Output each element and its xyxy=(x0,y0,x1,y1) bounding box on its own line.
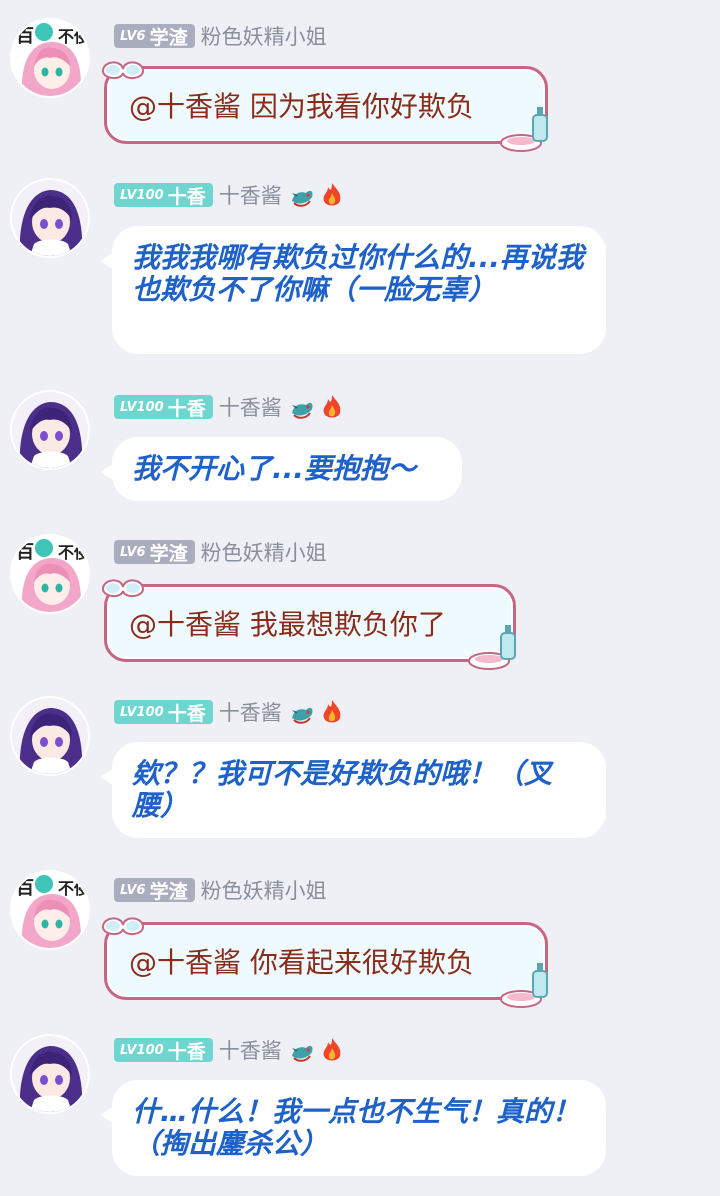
level-badge: LV100 十香 xyxy=(114,700,213,725)
message-bubble[interactable]: 我我我哪有欺负过你什么的...再说我也欺负不了你嘛（一脸无辜） xyxy=(100,226,606,354)
avatar[interactable] xyxy=(12,1036,88,1112)
goggles-icon xyxy=(101,573,145,603)
username[interactable]: 粉色妖精小姐 xyxy=(201,21,327,51)
avatar[interactable] xyxy=(12,180,88,256)
username[interactable]: 粉色妖精小姐 xyxy=(201,875,327,905)
level-badge: LV100 十香 xyxy=(114,183,213,208)
message-meta: LV100 十香 十香酱 xyxy=(114,181,346,209)
bottle-icon xyxy=(499,105,555,153)
avatar[interactable] xyxy=(12,698,88,774)
message-bubble[interactable]: 我不开心了...要抱抱～ xyxy=(100,437,462,501)
message-meta: LV100 十香 十香酱 xyxy=(114,1036,346,1064)
avatar[interactable] xyxy=(12,872,88,948)
message-text: 我不开心了...要抱抱～ xyxy=(132,452,416,485)
fire-icon xyxy=(318,181,346,209)
fire-icon xyxy=(318,393,346,421)
message-bubble[interactable]: 欸？？我可不是好欺负的哦！（叉腰） xyxy=(100,742,606,838)
message-bubble[interactable]: @十香酱 你看起来很好欺负 xyxy=(104,922,548,1000)
username[interactable]: 十香酱 xyxy=(219,180,282,210)
goggles-icon xyxy=(101,911,145,941)
level-badge: LV6 学渣 xyxy=(114,24,195,49)
message-text: 我我我哪有欺负过你什么的...再说我也欺负不了你嘛（一脸无辜） xyxy=(132,241,584,306)
level-badge: LV100 十香 xyxy=(114,1038,213,1063)
dragon-icon xyxy=(288,181,316,209)
message-meta: LV6 学渣 粉色妖精小姐 xyxy=(114,876,327,904)
username[interactable]: 十香酱 xyxy=(219,1035,282,1065)
level-badge: LV100 十香 xyxy=(114,395,213,420)
goggles-icon xyxy=(101,55,145,85)
message-bubble[interactable]: @十香酱 因为我看你好欺负 xyxy=(104,66,548,144)
avatar[interactable] xyxy=(12,392,88,468)
fire-icon xyxy=(318,698,346,726)
avatar[interactable] xyxy=(12,20,88,96)
message-meta: LV6 学渣 粉色妖精小姐 xyxy=(114,538,327,566)
dragon-icon xyxy=(288,1036,316,1064)
bottle-icon xyxy=(467,623,523,671)
message-text: 欸？？我可不是好欺负的哦！（叉腰） xyxy=(132,757,553,822)
bottle-icon xyxy=(499,961,555,1009)
username[interactable]: 粉色妖精小姐 xyxy=(201,537,327,567)
username[interactable]: 十香酱 xyxy=(219,697,282,727)
avatar[interactable] xyxy=(12,536,88,612)
dragon-icon xyxy=(288,698,316,726)
fire-icon xyxy=(318,1036,346,1064)
message-text: @十香酱 你看起来很好欺负 xyxy=(129,946,474,979)
message-text: @十香酱 我最想欺负你了 xyxy=(129,608,446,641)
message-meta: LV6 学渣 粉色妖精小姐 xyxy=(114,22,327,50)
username[interactable]: 十香酱 xyxy=(219,392,282,422)
message-text: @十香酱 因为我看你好欺负 xyxy=(129,90,474,123)
level-badge: LV6 学渣 xyxy=(114,540,195,565)
message-bubble[interactable]: @十香酱 我最想欺负你了 xyxy=(104,584,516,662)
message-bubble[interactable]: 什…什么！我一点也不生气！真的！（掏出鏖杀公） xyxy=(100,1080,606,1176)
message-meta: LV100 十香 十香酱 xyxy=(114,393,346,421)
message-text: 什…什么！我一点也不生气！真的！（掏出鏖杀公） xyxy=(132,1095,581,1160)
dragon-icon xyxy=(288,393,316,421)
level-badge: LV6 学渣 xyxy=(114,878,195,903)
message-meta: LV100 十香 十香酱 xyxy=(114,698,346,726)
